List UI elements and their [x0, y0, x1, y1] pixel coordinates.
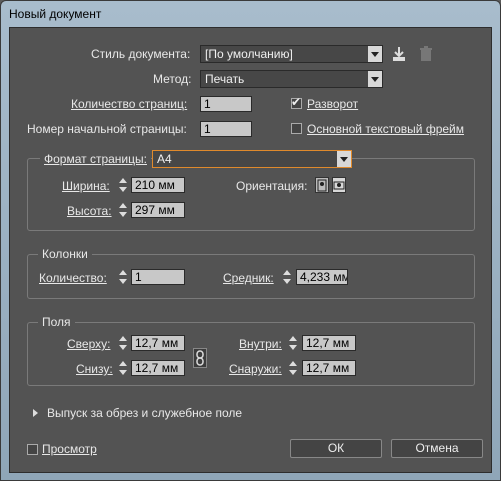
ok-button[interactable]: ОК: [290, 439, 382, 458]
facing-pages-checkbox[interactable]: [291, 95, 302, 109]
cancel-button[interactable]: Отмена: [391, 439, 483, 458]
preview-checkbox[interactable]: [27, 444, 38, 455]
expand-triangle-icon[interactable]: [33, 409, 38, 417]
start-page-field[interactable]: 1: [200, 121, 252, 137]
doc-preset-label: Стиль документа:: [91, 47, 191, 61]
inside-margin-stepper[interactable]: [288, 335, 299, 351]
outside-margin-stepper[interactable]: [288, 360, 299, 376]
portrait-icon[interactable]: [315, 177, 329, 193]
gutter-stepper[interactable]: [282, 269, 293, 285]
page-size-group: [27, 158, 475, 231]
column-count-stepper[interactable]: [118, 269, 129, 285]
preview-label: Просмотр: [42, 442, 97, 456]
primary-text-frame-checkbox[interactable]: [291, 123, 302, 134]
intent-label: Метод:: [153, 72, 192, 86]
facing-pages-label: Разворот: [307, 97, 359, 111]
save-preset-icon[interactable]: [391, 46, 407, 62]
delete-preset-icon[interactable]: [418, 46, 434, 62]
intent-value: Печать: [205, 72, 245, 86]
bleed-slug-toggle[interactable]: Выпуск за обрез и служебное поле: [47, 406, 242, 420]
window-title: Новый документ: [9, 7, 102, 21]
bottom-margin-field[interactable]: 12,7 мм: [131, 360, 185, 376]
dialog-body: Стиль документа: [По умолчанию] Метод: П…: [9, 27, 492, 473]
primary-text-frame-label: Основной текстовый фрейм: [307, 122, 465, 136]
outside-margin-field[interactable]: 12,7 мм: [302, 360, 356, 376]
width-field[interactable]: 210 мм: [131, 177, 185, 193]
page-size-label: Формат страницы:: [40, 152, 151, 166]
page-size-value: A4: [157, 152, 172, 166]
chevron-down-icon: [368, 71, 382, 87]
columns-legend: Колонки: [38, 247, 92, 261]
doc-preset-select[interactable]: [По умолчанию]: [200, 45, 383, 63]
height-stepper[interactable]: [118, 202, 129, 218]
outside-margin-label: Снаружи:: [229, 362, 282, 376]
title-bar: Новый документ: [1, 1, 500, 27]
landscape-icon[interactable]: [332, 177, 346, 193]
top-margin-field[interactable]: 12,7 мм: [131, 335, 185, 351]
top-margin-label: Сверху:: [67, 337, 111, 351]
chain-link-icon[interactable]: [193, 348, 207, 368]
start-page-label: Номер начальной страницы:: [27, 122, 187, 136]
intent-select[interactable]: Печать: [200, 70, 383, 88]
gutter-label: Средник:: [223, 271, 274, 285]
bottom-margin-stepper[interactable]: [118, 360, 129, 376]
chevron-down-icon: [368, 46, 382, 62]
height-label: Высота:: [67, 204, 112, 218]
doc-preset-value: [По умолчанию]: [205, 47, 293, 61]
inside-margin-field[interactable]: 12,7 мм: [302, 335, 356, 351]
pages-count-label: Количество страниц:: [71, 97, 188, 111]
top-margin-stepper[interactable]: [118, 335, 129, 351]
new-document-dialog: Новый документ Стиль документа: [По умол…: [0, 0, 501, 481]
width-label: Ширина:: [62, 179, 110, 193]
column-count-field[interactable]: 1: [131, 269, 185, 285]
height-field[interactable]: 297 мм: [131, 202, 185, 218]
inside-margin-label: Внутри:: [239, 337, 282, 351]
gutter-field[interactable]: 4,233 мм: [296, 269, 348, 285]
page-size-select[interactable]: A4: [152, 150, 352, 168]
chevron-down-icon: [337, 151, 351, 167]
bottom-margin-label: Снизу:: [76, 362, 113, 376]
width-stepper[interactable]: [118, 177, 129, 193]
orientation-label: Ориентация:: [236, 179, 308, 193]
margins-legend: Поля: [38, 315, 75, 329]
pages-count-field[interactable]: 1: [200, 96, 252, 112]
column-count-label: Количество:: [39, 271, 107, 285]
margins-group: [27, 322, 475, 386]
